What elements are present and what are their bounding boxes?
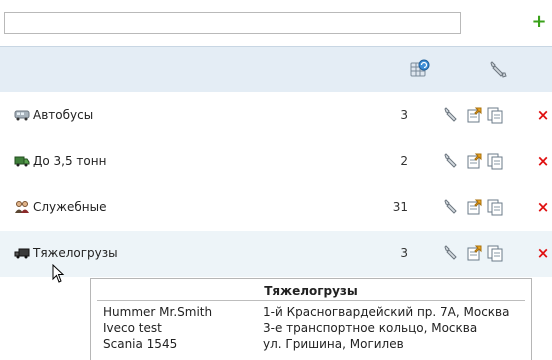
group-label: Тяжелогрузы	[33, 246, 118, 260]
bus-icon	[14, 108, 30, 122]
wrench-icon[interactable]	[443, 244, 461, 262]
group-label: Служебные	[33, 200, 107, 214]
people-icon	[14, 200, 30, 214]
edit-document-icon[interactable]	[466, 244, 484, 262]
light-truck-icon	[14, 154, 30, 168]
edit-document-icon[interactable]	[466, 198, 484, 216]
table-row[interactable]: Автобусы 3 ×	[0, 93, 552, 139]
vehicle-address: ул. Гришина, Могилев	[263, 337, 404, 351]
copy-document-icon[interactable]	[486, 106, 504, 124]
vehicle-name: Iveco test	[103, 321, 162, 335]
vehicle-address: 3-е транспортное кольцо, Москва	[263, 321, 478, 335]
group-count: 2	[400, 154, 408, 168]
delete-icon[interactable]: ×	[534, 152, 552, 170]
mouse-cursor-icon	[52, 263, 66, 287]
group-count: 3	[400, 108, 408, 122]
copy-document-icon[interactable]	[486, 244, 504, 262]
edit-document-icon[interactable]	[466, 152, 484, 170]
add-group-button[interactable]: +	[529, 12, 549, 32]
tooltip-divider	[97, 300, 525, 301]
group-count: 31	[392, 200, 408, 214]
table-header	[0, 46, 552, 92]
table-row[interactable]: До 3,5 тонн 2 ×	[0, 139, 552, 185]
vehicle-name: Scania 1545	[103, 337, 178, 351]
group-tooltip: Тяжелогрузы Hummer Mr.Smith 1-й Красногв…	[90, 278, 532, 360]
wrench-icon[interactable]	[443, 152, 461, 170]
toolbar: +	[0, 0, 552, 44]
tooltip-title: Тяжелогрузы	[264, 284, 358, 298]
group-count: 3	[400, 246, 408, 260]
heavy-truck-icon	[14, 246, 30, 260]
table-row[interactable]: Тяжелогрузы 3 ×	[0, 231, 552, 277]
database-refresh-icon[interactable]	[410, 59, 430, 82]
copy-document-icon[interactable]	[486, 152, 504, 170]
delete-icon[interactable]: ×	[534, 106, 552, 124]
wrench-icon[interactable]	[443, 198, 461, 216]
copy-document-icon[interactable]	[486, 198, 504, 216]
vehicle-name: Hummer Mr.Smith	[103, 305, 213, 319]
table-row[interactable]: Служебные 31 ×	[0, 185, 552, 231]
group-label: Автобусы	[33, 108, 94, 122]
vehicle-address: 1-й Красногвардейский пр. 7А, Москва	[263, 305, 510, 319]
delete-icon[interactable]: ×	[534, 198, 552, 216]
wrench-icon[interactable]	[488, 59, 508, 82]
edit-document-icon[interactable]	[466, 106, 484, 124]
search-input[interactable]	[4, 12, 461, 34]
wrench-icon[interactable]	[443, 106, 461, 124]
delete-icon[interactable]: ×	[534, 244, 552, 262]
group-label: До 3,5 тонн	[33, 154, 107, 168]
